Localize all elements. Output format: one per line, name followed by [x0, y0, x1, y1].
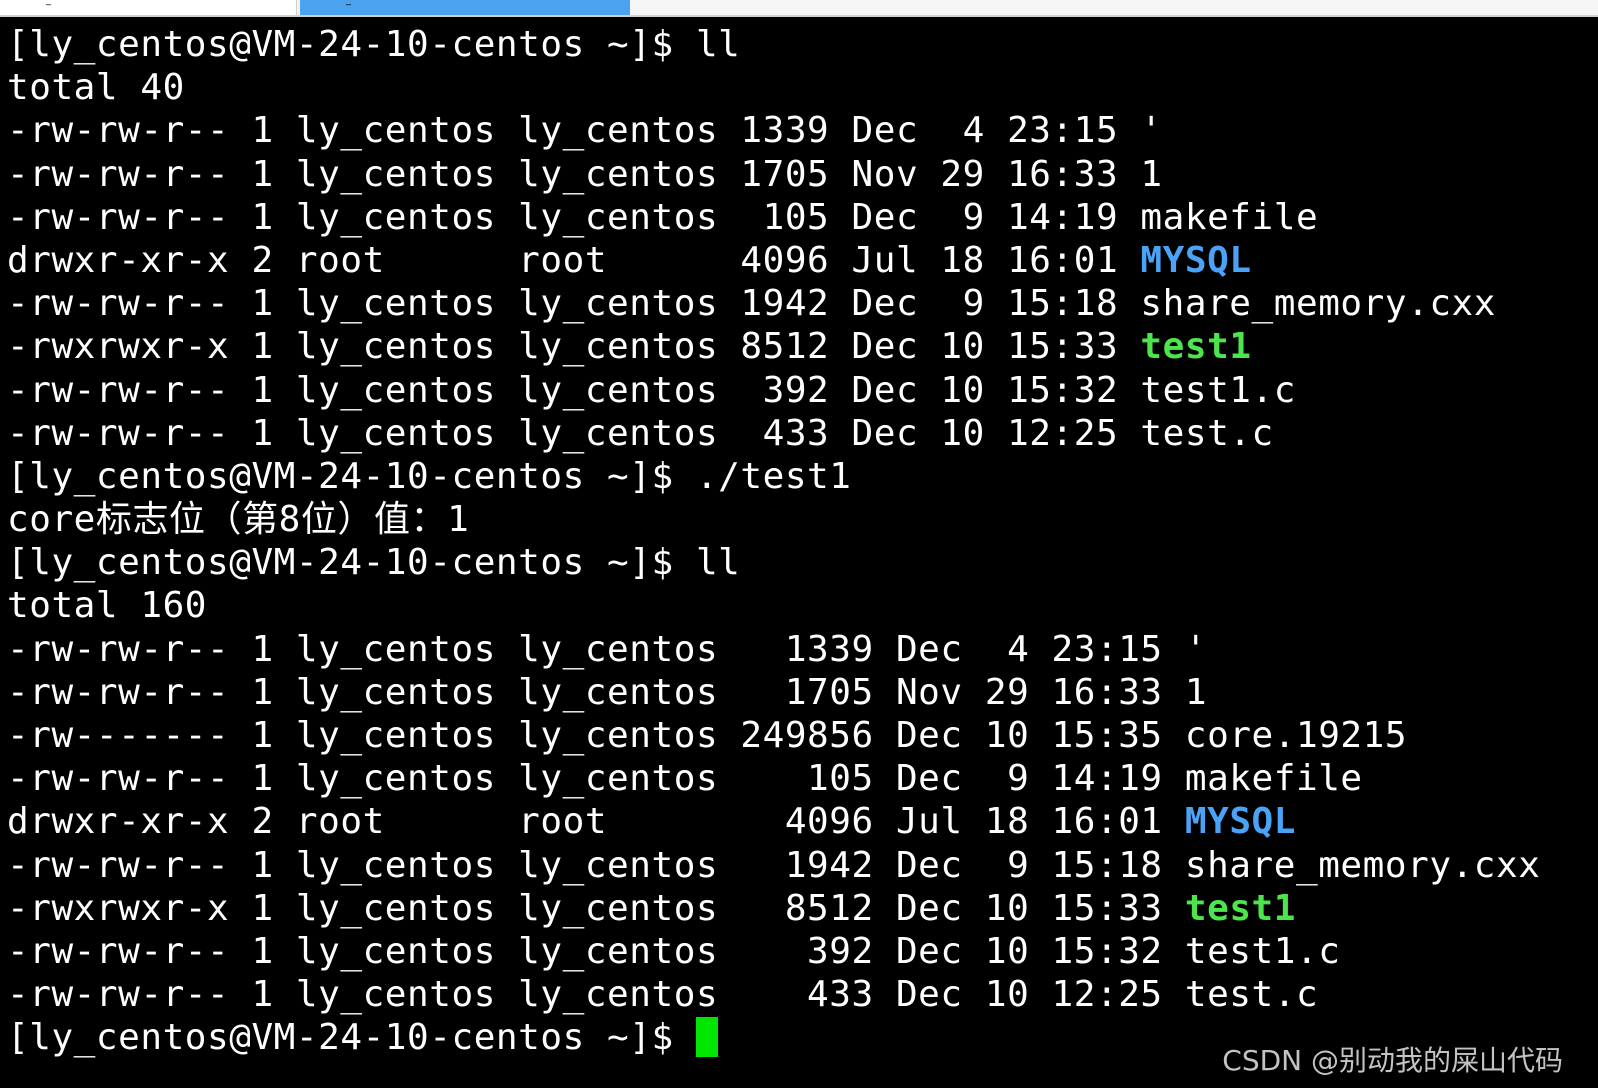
terminal-text: [ly_centos@VM-24-10-centos ~]$: [7, 1017, 696, 1059]
terminal-line: drwxr-xr-x 2 root root 4096 Jul 18 16:01…: [7, 800, 1540, 843]
terminal-line: -rw-rw-r-- 1 ly_centos ly_centos 433 Dec…: [7, 973, 1540, 1016]
directory-name: MYSQL: [1184, 801, 1296, 843]
terminal-line: -rw-rw-r-- 1 ly_centos ly_centos 433 Dec…: [7, 412, 1540, 455]
terminal-line: -rw-rw-r-- 1 ly_centos ly_centos 392 Dec…: [7, 369, 1540, 412]
terminal-text: -rw-rw-r-- 1 ly_centos ly_centos 392 Dec…: [7, 369, 1296, 411]
terminal-line: -rwxrwxr-x 1 ly_centos ly_centos 8512 De…: [7, 887, 1540, 930]
terminal-line: [ly_centos@VM-24-10-centos ~]$ ./test1: [7, 455, 1540, 498]
terminal-text: total 40: [7, 67, 185, 109]
terminal-text: core标志位（第8位）值：1: [7, 499, 470, 541]
terminal-line: [ly_centos@VM-24-10-centos ~]$ ll: [7, 23, 1540, 66]
terminal-text: -rwxrwxr-x 1 ly_centos ly_centos 8512 De…: [7, 326, 1141, 368]
terminal-text: -rw-rw-r-- 1 ly_centos ly_centos 1705 No…: [7, 671, 1208, 713]
terminal-text: -rw-rw-r-- 1 ly_centos ly_centos 1339 De…: [7, 110, 1163, 152]
tab-bar: _ _: [0, 0, 1598, 17]
terminal-line: -rwxrwxr-x 1 ly_centos ly_centos 8512 De…: [7, 325, 1540, 368]
terminal-line: -rw-rw-r-- 1 ly_centos ly_centos 1942 De…: [7, 844, 1540, 887]
directory-name: MYSQL: [1140, 239, 1252, 281]
terminal-text: [ly_centos@VM-24-10-centos ~]$ ll: [7, 542, 741, 584]
terminal-line: -rw-rw-r-- 1 ly_centos ly_centos 105 Dec…: [7, 196, 1540, 239]
terminal-text: -rw-rw-r-- 1 ly_centos ly_centos 1339 De…: [7, 628, 1208, 670]
terminal-text: -rw-rw-r-- 1 ly_centos ly_centos 105 Dec…: [7, 758, 1363, 800]
watermark: CSDN @别动我的屎山代码: [1222, 1044, 1563, 1077]
terminal-cursor: [695, 1017, 718, 1058]
terminal-line: -rw-rw-r-- 1 ly_centos ly_centos 1705 No…: [7, 671, 1540, 714]
terminal-text: -rw-rw-r-- 1 ly_centos ly_centos 433 Dec…: [7, 412, 1274, 454]
terminal-line: core标志位（第8位）值：1: [7, 498, 1540, 541]
terminal-text: -rw-rw-r-- 1 ly_centos ly_centos 1942 De…: [7, 844, 1541, 886]
terminal-line: total 40: [7, 66, 1540, 109]
executable-name: test1: [1140, 326, 1252, 368]
terminal-text: drwxr-xr-x 2 root root 4096 Jul 18 16:01: [7, 239, 1141, 281]
terminal-line: -rw-rw-r-- 1 ly_centos ly_centos 1705 No…: [7, 153, 1540, 196]
terminal-text: drwxr-xr-x 2 root root 4096 Jul 18 16:01: [7, 801, 1185, 843]
terminal-text: [ly_centos@VM-24-10-centos ~]$ ll: [7, 24, 741, 65]
terminal-text: -rwxrwxr-x 1 ly_centos ly_centos 8512 De…: [7, 887, 1185, 929]
terminal-window[interactable]: [ly_centos@VM-24-10-centos ~]$ ll total 4…: [0, 21, 1598, 1088]
terminal-line: total 160: [7, 584, 1540, 627]
terminal-text: -rw-rw-r-- 1 ly_centos ly_centos 392 Dec…: [7, 930, 1341, 972]
terminal-output: [ly_centos@VM-24-10-centos ~]$ ll total 4…: [7, 23, 1540, 1060]
terminal-line: -rw-rw-r-- 1 ly_centos ly_centos 1942 De…: [7, 282, 1540, 325]
terminal-line: [ly_centos@VM-24-10-centos ~]$ ll: [7, 541, 1540, 584]
terminal-line: -rw-rw-r-- 1 ly_centos ly_centos 1339 De…: [7, 628, 1540, 671]
terminal-line: -rw-rw-r-- 1 ly_centos ly_centos 1339 De…: [7, 109, 1540, 152]
terminal-line: -rw------- 1 ly_centos ly_centos 249856 …: [7, 714, 1540, 757]
terminal-text: [ly_centos@VM-24-10-centos ~]$ ./test1: [7, 455, 852, 497]
terminal-line: drwxr-xr-x 2 root root 4096 Jul 18 16:01…: [7, 239, 1540, 282]
tab-bar-divider: [0, 15, 1598, 17]
terminal-text: -rw-rw-r-- 1 ly_centos ly_centos 105 Dec…: [7, 196, 1319, 238]
terminal-tab-inactive[interactable]: _: [0, 0, 297, 15]
terminal-text: -rw-rw-r-- 1 ly_centos ly_centos 1705 No…: [7, 153, 1163, 195]
terminal-text: -rw-rw-r-- 1 ly_centos ly_centos 1942 De…: [7, 283, 1496, 325]
executable-name: test1: [1184, 887, 1296, 929]
terminal-text: total 160: [7, 585, 208, 627]
terminal-text: -rw------- 1 ly_centos ly_centos 249856 …: [7, 715, 1408, 756]
terminal-text: -rw-rw-r-- 1 ly_centos ly_centos 433 Dec…: [7, 974, 1319, 1016]
terminal-tab-active[interactable]: _: [300, 0, 630, 15]
tab-bar-empty-area: [630, 0, 1598, 15]
terminal-line: -rw-rw-r-- 1 ly_centos ly_centos 392 Dec…: [7, 930, 1540, 973]
tab-label: _: [346, 0, 351, 6]
terminal-line: -rw-rw-r-- 1 ly_centos ly_centos 105 Dec…: [7, 757, 1540, 800]
tab-label: _: [46, 0, 51, 6]
